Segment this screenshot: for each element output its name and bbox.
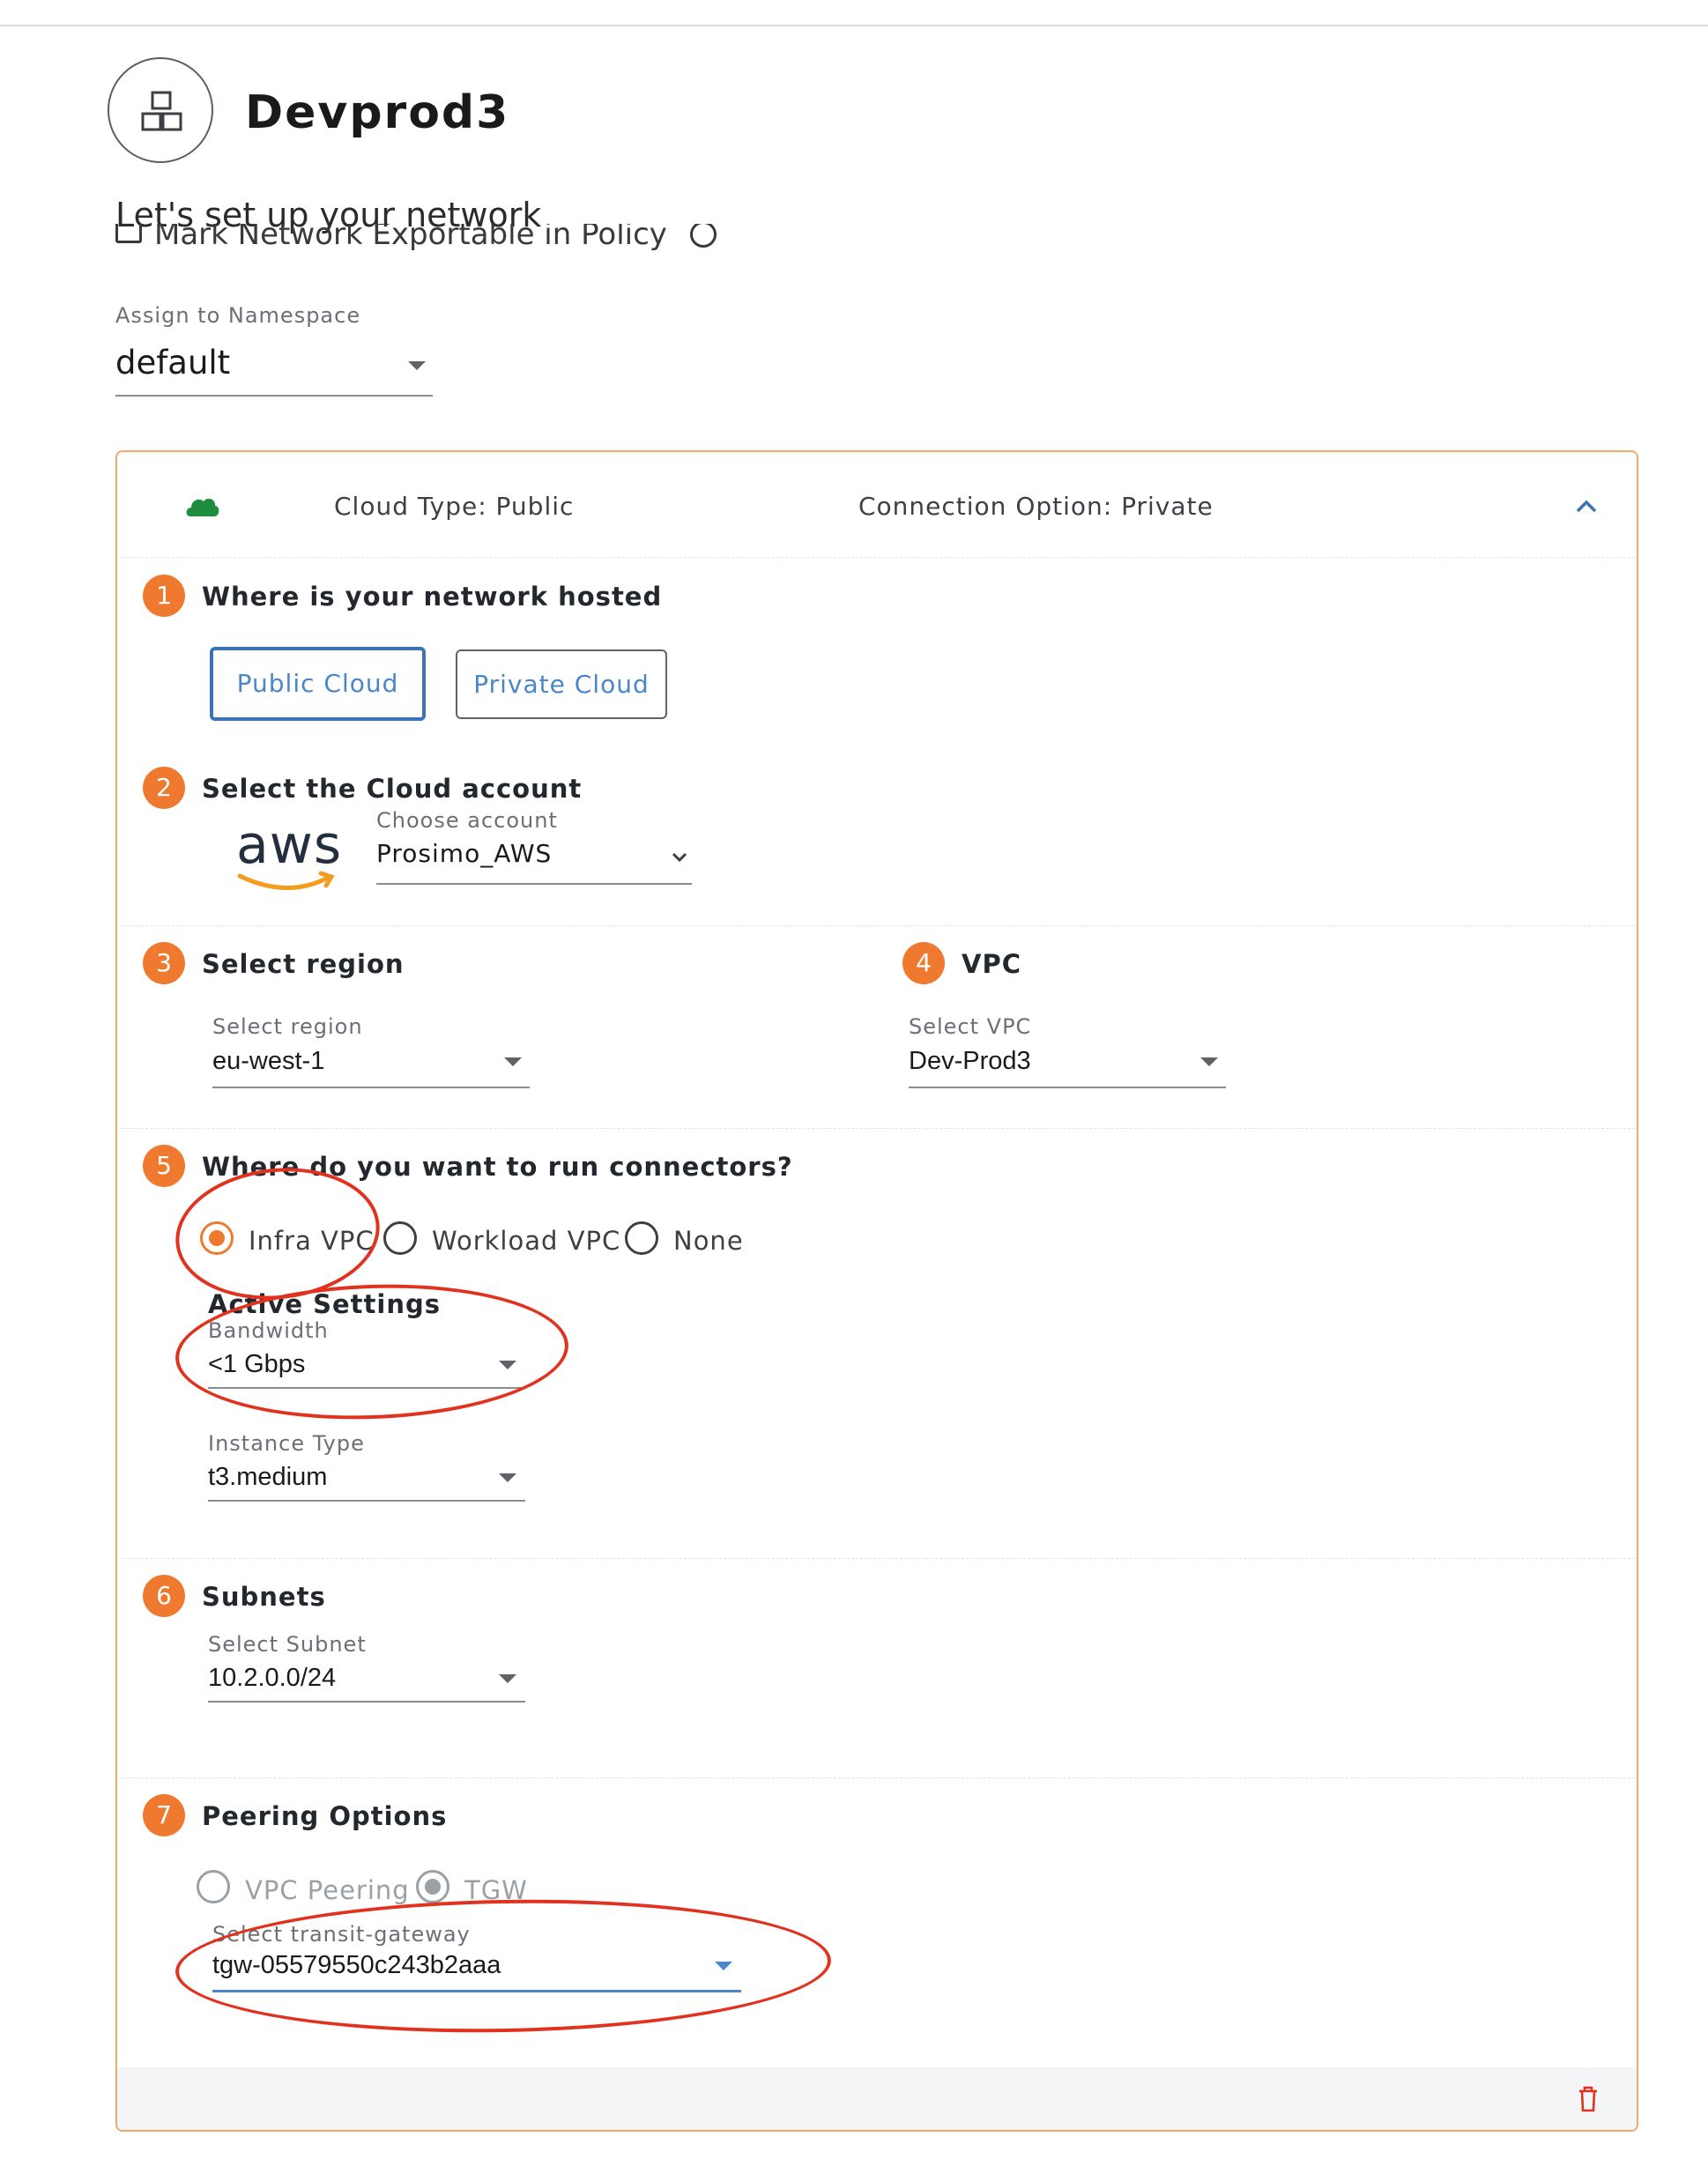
top-divider [0, 25, 1708, 26]
aws-logo: aws [236, 814, 341, 901]
step-4-badge: 4 [902, 942, 945, 984]
cloud-icon [186, 498, 219, 516]
choose-account-label: Choose account [376, 808, 558, 833]
step-7-title: Peering Options [202, 1801, 448, 1831]
step-2-title: Select the Cloud account [202, 774, 583, 804]
region-select[interactable]: eu-west-1 [212, 1040, 530, 1088]
caret-down-icon [499, 1473, 516, 1482]
page-title: Devprod3 [245, 86, 510, 139]
public-cloud-button[interactable]: Public Cloud [210, 647, 426, 721]
radio-vpc-peering[interactable] [197, 1870, 230, 1903]
chevron-up-icon[interactable] [1575, 499, 1598, 515]
subnet-value: 10.2.0.0/24 [208, 1664, 337, 1692]
radio-workload-vpc[interactable] [383, 1221, 417, 1255]
step-3-badge: 3 [143, 942, 185, 984]
step-7-badge: 7 [143, 1794, 185, 1836]
namespace-select[interactable]: default [115, 340, 433, 397]
radio-vpc-peering-label: VPC Peering [245, 1875, 410, 1905]
caret-down-icon [1200, 1057, 1218, 1066]
step-4-title: VPC [962, 949, 1021, 979]
trash-icon[interactable] [1578, 2086, 1599, 2112]
panel-footer [117, 2067, 1637, 2130]
step-3-title: Select region [202, 949, 405, 979]
account-value: Prosimo_AWS [376, 839, 553, 868]
subnet-label: Select Subnet [208, 1632, 367, 1657]
info-icon[interactable] [689, 224, 717, 248]
namespace-label: Assign to Namespace [115, 303, 361, 328]
account-select[interactable]: Prosimo_AWS [376, 834, 692, 885]
network-blocks-icon [141, 91, 182, 131]
panel-divider [119, 1558, 1635, 1559]
instance-type-select[interactable]: t3.medium [208, 1456, 525, 1502]
panel-divider [119, 557, 1635, 558]
step-6-title: Subnets [202, 1582, 326, 1612]
radio-tgw[interactable] [416, 1870, 449, 1903]
exportable-row: Mark Network Exportable in Policy [115, 224, 717, 250]
private-cloud-button[interactable]: Private Cloud [456, 649, 667, 719]
cloud-type-summary: Cloud Type: Public [334, 492, 575, 521]
radio-none-label: None [673, 1226, 744, 1256]
step-1-badge: 1 [143, 575, 185, 617]
step-2-badge: 2 [143, 767, 185, 809]
step-5-badge: 5 [143, 1145, 185, 1187]
aws-smile-icon [237, 871, 335, 890]
instance-type-value: t3.medium [208, 1463, 328, 1491]
subnet-select[interactable]: 10.2.0.0/24 [208, 1657, 525, 1703]
network-logo [108, 57, 213, 163]
step-6-badge: 6 [143, 1575, 185, 1617]
caret-down-icon [499, 1674, 516, 1683]
radio-workload-vpc-label: Workload VPC [432, 1226, 621, 1256]
instance-type-label: Instance Type [208, 1431, 365, 1456]
panel-divider [119, 925, 1635, 926]
caret-down-icon [504, 1057, 522, 1066]
region-value: eu-west-1 [212, 1047, 325, 1075]
panel-divider [119, 1128, 1635, 1129]
region-label: Select region [212, 1014, 363, 1039]
exportable-checkbox[interactable] [115, 224, 142, 243]
vpc-value: Dev-Prod3 [909, 1047, 1031, 1075]
caret-down-icon [408, 361, 426, 370]
radio-none[interactable] [625, 1221, 658, 1255]
aws-logo-text: aws [236, 814, 343, 876]
chevron-down-icon [672, 852, 687, 863]
step-1-title: Where is your network hosted [202, 582, 663, 612]
vpc-label: Select VPC [909, 1014, 1032, 1039]
panel-divider [119, 1777, 1635, 1778]
namespace-value: default [115, 344, 231, 382]
vpc-select[interactable]: Dev-Prod3 [909, 1040, 1226, 1088]
exportable-label: Mark Network Exportable in Policy [154, 224, 667, 250]
connection-option-summary: Connection Option: Private [858, 492, 1214, 521]
